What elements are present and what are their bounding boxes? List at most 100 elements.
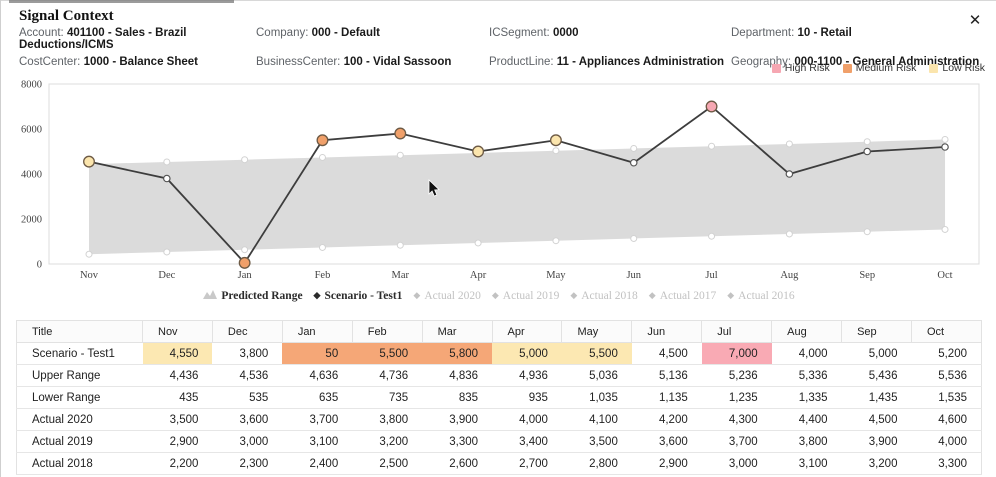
table-cell-may: 4,100	[562, 409, 632, 431]
data-point-Feb[interactable]	[317, 135, 328, 146]
table-cell-aug: 5,336	[772, 365, 842, 387]
table-column-header-nov: Nov	[143, 321, 213, 343]
table-cell-feb: 5,500	[352, 343, 422, 365]
y-axis-tick-label: 4000	[21, 170, 42, 181]
table-cell-may: 2,800	[562, 453, 632, 475]
table-cell-aug: 4,000	[772, 343, 842, 365]
y-axis-tick-label: 2000	[21, 215, 42, 226]
table-cell-nov: 3,500	[143, 409, 213, 431]
table-column-header-sep: Sep	[842, 321, 912, 343]
signal-chart-area: 02000400060008000NovDecJanFebMarAprMayJu…	[1, 80, 996, 288]
x-axis-tick-label: Jul	[705, 270, 717, 281]
chart-legend-item-actual-2018[interactable]: ◆ Actual 2018	[570, 290, 637, 302]
data-point-Jun[interactable]	[631, 160, 637, 166]
table-column-header-jun: Jun	[632, 321, 702, 343]
data-point-Dec[interactable]	[164, 175, 170, 181]
chart-legend-label: Scenario - Test1	[324, 290, 402, 302]
band-edge-point	[397, 152, 403, 158]
table-cell-dec: 3,000	[212, 431, 282, 453]
band-edge-point	[242, 157, 248, 163]
chart-legend-item-actual-2020[interactable]: ◆Actual 2020	[413, 290, 480, 302]
band-edge-point	[242, 247, 248, 253]
table-column-header-apr: Apr	[492, 321, 562, 343]
signal-chart[interactable]: 02000400060008000NovDecJanFebMarAprMayJu…	[1, 80, 996, 288]
data-point-Nov[interactable]	[84, 156, 95, 167]
table-cell-mar: 3,900	[422, 409, 492, 431]
chart-legend-item-actual-2016[interactable]: ◆Actual 2016	[727, 290, 794, 302]
table-cell-sep: 4,500	[842, 409, 912, 431]
context-field-businesscenter: BusinessCenter: 100 - Vidal Sassoon	[256, 56, 489, 68]
band-edge-point	[631, 235, 637, 241]
table-column-header-jul: Jul	[702, 321, 772, 343]
x-axis-tick-label: Jan	[238, 270, 253, 281]
data-point-Aug[interactable]	[786, 171, 792, 177]
chart-legend-item-actual-2019[interactable]: ◆Actual 2019	[492, 290, 559, 302]
chart-legend-item-predicted-range[interactable]: Predicted Range	[203, 289, 302, 302]
table-cell-sep: 3,200	[842, 453, 912, 475]
table-cell-feb: 4,736	[352, 365, 422, 387]
table-cell-mar: 4,836	[422, 365, 492, 387]
table-cell-may: 5,500	[562, 343, 632, 365]
band-edge-point	[709, 233, 715, 239]
table-cell-sep: 5,436	[842, 365, 912, 387]
data-point-Jan[interactable]	[239, 258, 250, 269]
table-cell-jun: 4,500	[632, 343, 702, 365]
table-column-header-mar: Mar	[422, 321, 492, 343]
table-column-header-may: May	[562, 321, 632, 343]
x-axis-tick-label: Jun	[626, 270, 641, 281]
band-edge-point	[864, 229, 870, 235]
data-point-Apr[interactable]	[473, 146, 484, 157]
table-cell-oct: 4,600	[911, 409, 981, 431]
table-column-header-title: Title	[17, 321, 143, 343]
table-cell-sep: 1,435	[842, 387, 912, 409]
data-point-Mar[interactable]	[395, 128, 406, 139]
table-cell-jan: 3,700	[282, 409, 352, 431]
area-series-icon	[203, 289, 217, 302]
low-risk-swatch-icon	[929, 64, 938, 73]
chart-legend-item-actual-2017[interactable]: ◆Actual 2017	[649, 290, 716, 302]
data-point-May[interactable]	[551, 135, 562, 146]
y-axis-tick-label: 8000	[21, 80, 42, 91]
context-field-costcenter: CostCenter: 1000 - Balance Sheet	[19, 56, 256, 68]
table-cell-dec: 3,600	[212, 409, 282, 431]
table-cell-oct: 5,536	[911, 365, 981, 387]
table-cell-jun: 5,136	[632, 365, 702, 387]
context-field-department: Department: 10 - Retail	[731, 27, 988, 51]
table-cell-dec: 535	[212, 387, 282, 409]
x-axis-tick-label: Feb	[315, 270, 331, 281]
chart-legend-label: Actual 2016	[738, 290, 795, 302]
table-cell-mar: 2,600	[422, 453, 492, 475]
table-cell-may: 1,035	[562, 387, 632, 409]
table-cell-feb: 735	[352, 387, 422, 409]
x-axis-tick-label: Mar	[392, 270, 410, 281]
y-axis-tick-label: 6000	[21, 125, 42, 136]
x-axis-tick-label: May	[546, 270, 566, 281]
risk-legend-high: High Risk	[772, 62, 830, 74]
line-series-icon: ◆	[413, 291, 420, 300]
table-cell-jan: 2,400	[282, 453, 352, 475]
band-edge-point	[475, 240, 481, 246]
chart-legend-item-scenario-test1[interactable]: ◆Scenario - Test1	[314, 290, 403, 302]
row-title-cell: Actual 2020	[17, 409, 143, 431]
table-cell-apr: 2,700	[492, 453, 562, 475]
line-series-icon: ◆	[314, 291, 321, 300]
data-point-Sep[interactable]	[864, 148, 870, 154]
table-cell-nov: 2,900	[143, 431, 213, 453]
table-cell-aug: 1,335	[772, 387, 842, 409]
table-column-header-jan: Jan	[282, 321, 352, 343]
table-cell-jul: 4,300	[702, 409, 772, 431]
table-header-row: TitleNovDecJanFebMarAprMayJunJulAugSepOc…	[17, 321, 982, 343]
band-edge-point	[164, 159, 170, 165]
data-point-Oct[interactable]	[942, 144, 948, 150]
chart-legend-label: Actual 2018	[581, 290, 638, 302]
table-cell-jul: 1,235	[702, 387, 772, 409]
table-cell-dec: 3,800	[212, 343, 282, 365]
data-point-Jul[interactable]	[706, 101, 717, 112]
table-cell-oct: 3,300	[911, 453, 981, 475]
band-edge-point	[397, 242, 403, 248]
table-cell-jul: 3,700	[702, 431, 772, 453]
x-axis-tick-label: Sep	[859, 270, 875, 281]
line-series-icon: ◆	[570, 291, 577, 300]
table-cell-aug: 3,800	[772, 431, 842, 453]
table-column-header-feb: Feb	[352, 321, 422, 343]
